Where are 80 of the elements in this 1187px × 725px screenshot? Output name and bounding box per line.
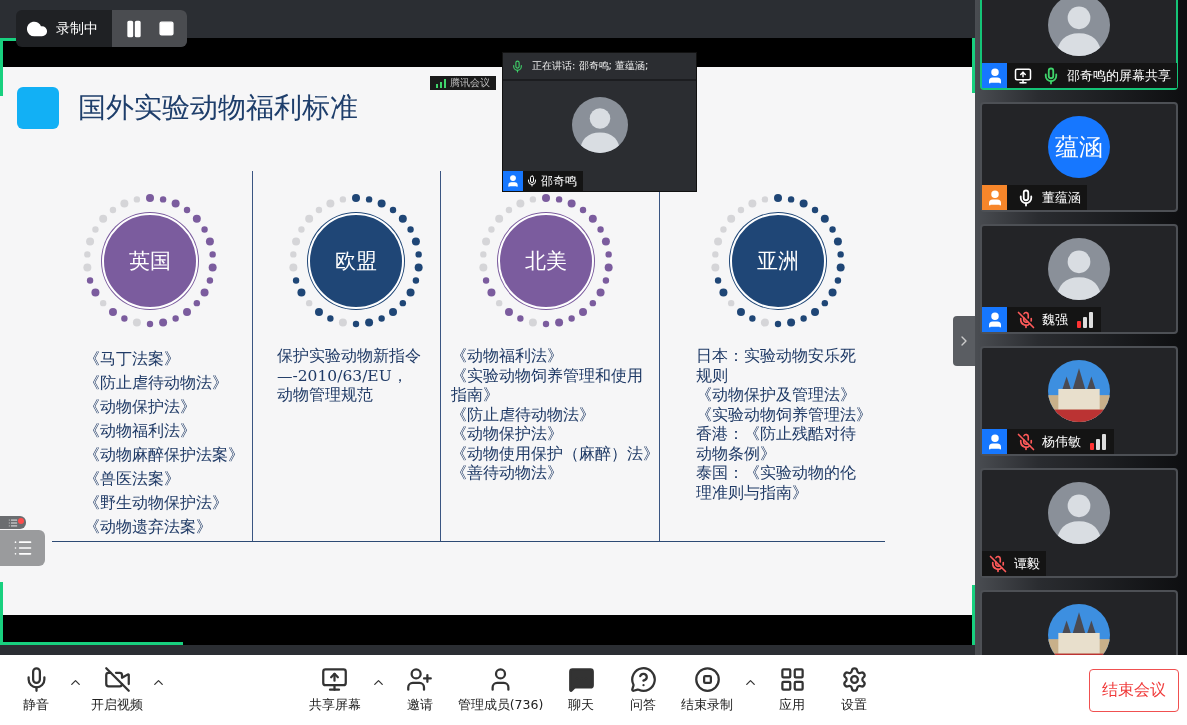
pause-button[interactable] (124, 18, 144, 39)
microphone-icon (526, 175, 538, 187)
microphone-icon (511, 59, 524, 73)
slide-text-line: 香港：《防止残酷对待 (696, 425, 858, 445)
participant-name: 董蕴涵 (1042, 188, 1081, 207)
slide-text-line: 《善待动物法》 (451, 464, 565, 484)
speaker-name: 邵奇鸣 (541, 172, 577, 190)
toolbar-button[interactable]: 结束录制 (677, 666, 738, 714)
add-user-icon (406, 666, 434, 693)
slide-text-line: 《马丁法案》 (84, 349, 181, 370)
toolbar-button[interactable]: 问答 (615, 666, 672, 714)
share-screen-icon (321, 666, 349, 693)
slide-text-line: 《动物使用保护（麻醉）法》 (451, 444, 660, 464)
notification-dot (18, 518, 24, 524)
stop-button[interactable] (158, 20, 175, 37)
slide-text-line: 《动物福利法》 (84, 421, 197, 442)
toolbar-button[interactable]: 静音 (8, 666, 64, 714)
slide-text-line: 《动物福利法》 (451, 347, 565, 367)
slide-title: 国外实验动物福利标准 (78, 90, 358, 126)
slide-text-line: 《兽医法案》 (84, 469, 181, 490)
toolbar-button[interactable]: 聊天 (553, 666, 610, 714)
participant-name: 谭毅 (1014, 554, 1040, 573)
app-label: 腾讯会议 (450, 76, 490, 90)
question-icon (629, 666, 657, 693)
chat-icon (567, 666, 595, 693)
video-off-icon (103, 666, 131, 693)
slide-text-line: 《防止虐待动物法》 (451, 405, 597, 425)
speaking-label: 正在讲话: 邵奇鸣; 董蕴涵; (532, 59, 649, 73)
apps-icon (778, 666, 806, 693)
region-badge: 英国 (102, 213, 198, 309)
slide-text-line: 《动物保护法》 (451, 425, 565, 445)
slide-text-line: 《实验动物饲养管理法》 (696, 405, 873, 425)
slide-text-line: 动物条例》 (696, 444, 778, 464)
participant-tile[interactable]: 邵奇鸣的屏幕共享 (980, 0, 1178, 90)
title-square-icon (17, 87, 59, 129)
toolbar-button[interactable]: 管理成员(736) (453, 666, 548, 714)
settings-icon (840, 666, 868, 693)
stop-icon (158, 20, 175, 37)
stop-icon (693, 666, 721, 693)
slide-text-line: 保护实验动物新指令 (277, 347, 421, 367)
participant-tile[interactable]: 杨伟敏 (980, 346, 1178, 456)
participant-name: 杨伟敏 (1042, 432, 1081, 451)
toolbar-button[interactable]: 邀请 (391, 666, 448, 714)
slide-text-line: 《动物麻醉保护法案》 (84, 445, 244, 466)
toolbar-button[interactable]: 设置 (826, 666, 883, 714)
list-button[interactable] (0, 516, 26, 529)
slide-text-line: —-2010/63/EU， (277, 366, 409, 386)
toolbar-button[interactable]: 应用 (764, 666, 821, 714)
slide-text-line: 《防止虐待动物法》 (84, 373, 229, 394)
list-icon (12, 538, 33, 558)
avatar (1048, 0, 1110, 56)
recording-status: 录制中 (55, 19, 99, 38)
slide-text-line: 理准则与指南》 (696, 483, 810, 503)
slide-text-line: 《实验动物饲养管理和使用 (451, 366, 645, 386)
participant-tile[interactable]: 谭毅 (980, 468, 1178, 578)
participant-name: 魏强 (1042, 310, 1068, 329)
slide-text-line: 《动物保护及管理法》 (696, 386, 858, 406)
participant-tile[interactable]: 魏强 (980, 224, 1178, 334)
slide-text-line: 日本：实验动物安乐死 (696, 347, 858, 367)
region-badge: 北美 (498, 213, 595, 309)
toolbar-button[interactable]: 共享屏幕 (304, 666, 365, 714)
avatar: 蕴涵 (1048, 116, 1110, 178)
list-button[interactable] (0, 530, 45, 566)
toolbar-button[interactable]: 开启视频 (87, 666, 147, 714)
slide-text-line: 动物管理规范 (277, 386, 374, 406)
region-badge: 亚洲 (730, 213, 827, 309)
end-meeting-button[interactable]: 结束会议 (1089, 668, 1179, 712)
region-badge: 欧盟 (308, 213, 404, 309)
slide-text-line: 规则 (696, 366, 730, 386)
user-badge-icon (503, 171, 523, 191)
participant-name: 邵奇鸣的屏幕共享 (1067, 66, 1171, 85)
slide-text-line: 《动物遗弃法案》 (84, 517, 213, 538)
slide-text-line: 《野生动物保护法》 (84, 493, 229, 514)
pause-icon (124, 18, 144, 39)
slide-text-line: 《动物保护法》 (84, 397, 197, 418)
slide-text-line: 泰国：《实验动物的伦 (696, 464, 858, 484)
slide-text-line: 指南》 (451, 386, 501, 406)
list-icon (8, 517, 18, 528)
signal-icon (436, 78, 446, 88)
participant-tile[interactable]: 蕴涵 董蕴涵 (980, 102, 1178, 212)
